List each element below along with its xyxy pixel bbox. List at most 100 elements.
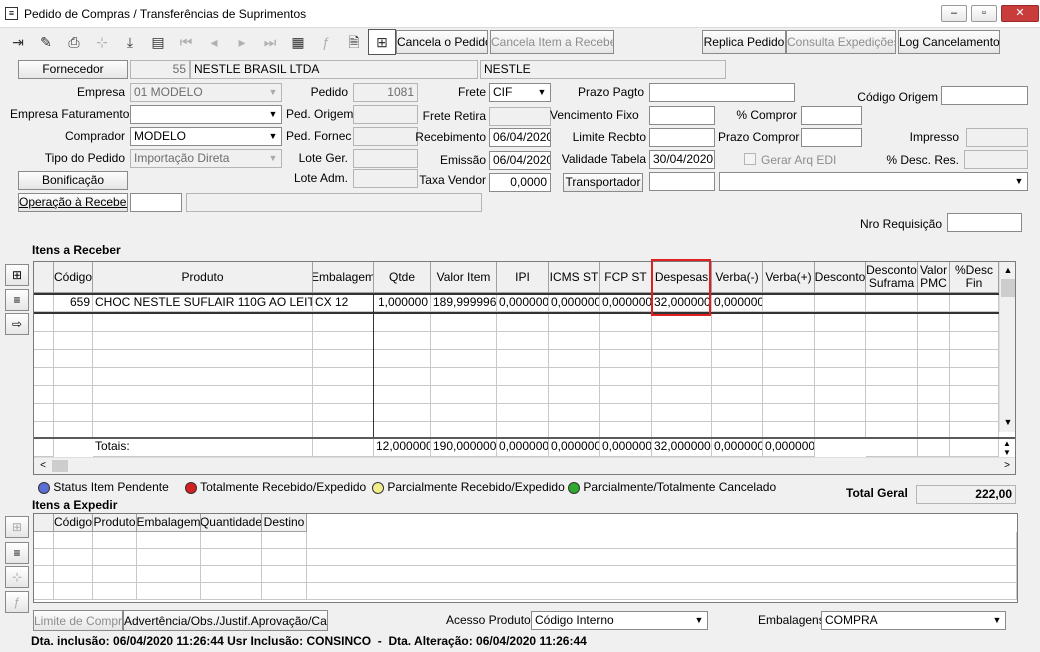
empty-cell[interactable] bbox=[600, 332, 652, 350]
empty-cell[interactable] bbox=[712, 386, 763, 404]
empty-cell[interactable] bbox=[549, 368, 600, 386]
empty-cell[interactable] bbox=[918, 350, 950, 368]
scroll-up-icon[interactable]: ▲ bbox=[1000, 262, 1015, 278]
empty-cell[interactable] bbox=[866, 314, 918, 332]
empty-cell[interactable] bbox=[93, 532, 137, 549]
column-header[interactable]: Produto bbox=[93, 262, 313, 293]
empty-cell[interactable] bbox=[93, 314, 313, 332]
empty-cell[interactable] bbox=[763, 386, 815, 404]
empty-cell[interactable] bbox=[34, 583, 54, 600]
empty-cell[interactable] bbox=[497, 314, 549, 332]
scroll-thumb[interactable] bbox=[1001, 279, 1015, 297]
empty-cell[interactable] bbox=[137, 583, 201, 600]
function-ship-icon[interactable]: ƒ bbox=[5, 591, 29, 613]
table-cell[interactable]: 0,000000 bbox=[600, 295, 652, 312]
empty-cell[interactable] bbox=[307, 549, 1017, 566]
empty-cell[interactable] bbox=[549, 332, 600, 350]
row-indicator[interactable] bbox=[34, 295, 54, 312]
empty-cell[interactable] bbox=[950, 350, 999, 368]
empty-cell[interactable] bbox=[201, 583, 262, 600]
table-cell[interactable] bbox=[918, 295, 950, 312]
operacao-button[interactable]: Operação à Receber bbox=[18, 193, 128, 212]
empty-cell[interactable] bbox=[374, 368, 431, 386]
emissao-input[interactable]: 06/04/2020 bbox=[489, 151, 551, 170]
column-header[interactable]: Destino bbox=[262, 514, 307, 532]
first-icon[interactable]: ⏮ bbox=[172, 29, 200, 55]
comprador-select[interactable]: MODELO ▼ bbox=[130, 127, 282, 146]
column-header[interactable]: Embalagem bbox=[137, 514, 201, 532]
empty-cell[interactable] bbox=[262, 583, 307, 600]
table-cell[interactable] bbox=[950, 295, 999, 312]
empty-cell[interactable] bbox=[763, 332, 815, 350]
taxa-input[interactable]: 0,0000 bbox=[489, 173, 551, 192]
prev-icon[interactable]: ◂ bbox=[200, 29, 228, 55]
empty-cell[interactable] bbox=[950, 314, 999, 332]
empty-cell[interactable] bbox=[431, 332, 497, 350]
empty-cell[interactable] bbox=[313, 314, 374, 332]
embalagens-select[interactable]: COMPRA ▼ bbox=[821, 611, 1006, 630]
cancel-log-button[interactable]: Log Cancelamento bbox=[898, 30, 1000, 54]
empty-cell[interactable] bbox=[54, 368, 93, 386]
venc-fixo-input[interactable] bbox=[649, 106, 715, 125]
totals-spin-icon[interactable]: ▲ ▼ bbox=[999, 439, 1015, 457]
empty-cell[interactable] bbox=[262, 532, 307, 549]
advertencia-button[interactable]: Advertência/Obs./Justif.Aprovação/Canc. bbox=[123, 610, 328, 631]
empty-cell[interactable] bbox=[54, 532, 93, 549]
vertical-scrollbar[interactable]: ▲ ▼ bbox=[999, 262, 1015, 432]
empty-cell[interactable] bbox=[712, 404, 763, 422]
shipments-button[interactable]: Consulta Expedições bbox=[786, 30, 896, 54]
empty-cell[interactable] bbox=[374, 386, 431, 404]
empty-cell[interactable] bbox=[763, 404, 815, 422]
empty-cell[interactable] bbox=[866, 332, 918, 350]
empty-cell[interactable] bbox=[431, 314, 497, 332]
add-item-icon[interactable]: ⊞ bbox=[5, 264, 29, 286]
empresa-select[interactable]: 01 MODELO ▼ bbox=[130, 83, 282, 102]
column-header[interactable]: Verba(-) bbox=[712, 262, 763, 293]
hscroll-thumb[interactable] bbox=[52, 460, 68, 472]
empty-cell[interactable] bbox=[815, 350, 866, 368]
empty-cell[interactable] bbox=[262, 549, 307, 566]
table-cell[interactable]: CX 12 bbox=[313, 295, 374, 312]
restore-button[interactable]: ▫ bbox=[971, 5, 997, 22]
table-cell[interactable] bbox=[763, 295, 815, 312]
table-expand-icon[interactable]: ⊞ bbox=[368, 29, 396, 55]
empty-cell[interactable] bbox=[815, 404, 866, 422]
empty-cell[interactable] bbox=[93, 566, 137, 583]
empty-cell[interactable] bbox=[918, 332, 950, 350]
empty-cell[interactable] bbox=[374, 314, 431, 332]
transportador-button[interactable]: Transportador bbox=[563, 173, 643, 192]
empty-row-indicator[interactable] bbox=[34, 350, 54, 368]
print-icon[interactable]: ⎙ bbox=[60, 29, 88, 55]
empty-cell[interactable] bbox=[54, 549, 93, 566]
tree-icon[interactable]: ⊹ bbox=[88, 29, 116, 55]
empty-cell[interactable] bbox=[815, 386, 866, 404]
horizontal-scrollbar[interactable]: < > bbox=[34, 457, 1015, 474]
empty-cell[interactable] bbox=[54, 350, 93, 368]
empty-cell[interactable] bbox=[431, 386, 497, 404]
empty-cell[interactable] bbox=[866, 404, 918, 422]
tipo-select[interactable]: Importação Direta ▼ bbox=[130, 149, 282, 168]
bonificacao-button[interactable]: Bonificação bbox=[18, 171, 128, 190]
empty-cell[interactable] bbox=[600, 350, 652, 368]
empty-cell[interactable] bbox=[763, 314, 815, 332]
empty-cell[interactable] bbox=[652, 368, 712, 386]
empty-cell[interactable] bbox=[549, 404, 600, 422]
add-ship-icon[interactable]: ⊞ bbox=[5, 516, 29, 538]
empty-cell[interactable] bbox=[201, 532, 262, 549]
empty-cell[interactable] bbox=[201, 549, 262, 566]
empty-cell[interactable] bbox=[652, 350, 712, 368]
empty-row-indicator[interactable] bbox=[34, 332, 54, 350]
scroll-left-icon[interactable]: < bbox=[36, 458, 50, 474]
empty-cell[interactable] bbox=[549, 386, 600, 404]
empty-cell[interactable] bbox=[54, 583, 93, 600]
empty-cell[interactable] bbox=[201, 566, 262, 583]
table-cell[interactable]: 0,000000 bbox=[549, 295, 600, 312]
nro-requisicao-input[interactable] bbox=[947, 213, 1022, 232]
empty-cell[interactable] bbox=[866, 386, 918, 404]
empty-cell[interactable] bbox=[950, 404, 999, 422]
prazo-compror-input[interactable] bbox=[801, 128, 862, 147]
edit-item-icon[interactable]: ≡ bbox=[5, 289, 29, 311]
empty-cell[interactable] bbox=[497, 386, 549, 404]
exit-icon[interactable]: ⇥ bbox=[4, 29, 32, 55]
edit-ship-icon[interactable]: ≡ bbox=[5, 542, 29, 564]
